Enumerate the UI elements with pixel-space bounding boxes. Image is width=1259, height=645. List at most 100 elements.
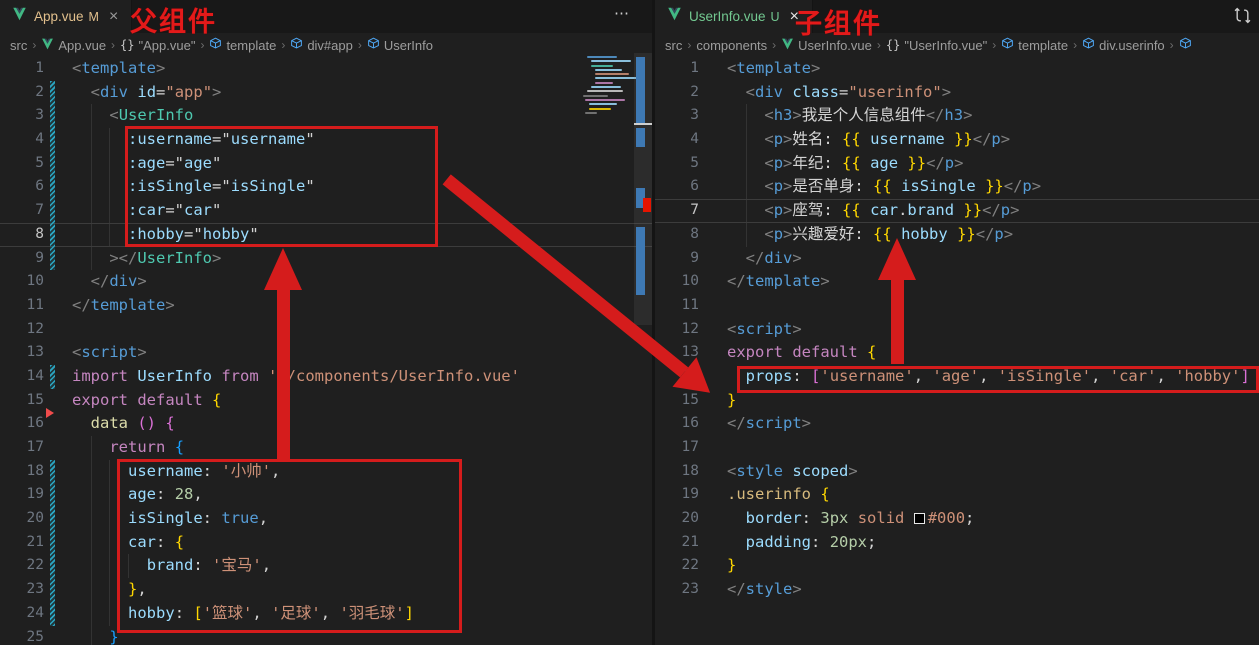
line-number: 15 — [0, 389, 44, 413]
code-line[interactable]: 23 }, — [0, 578, 652, 602]
code-line[interactable]: 8 :hobby="hobby" — [0, 223, 652, 247]
code-line[interactable]: 23</style> — [655, 578, 1259, 602]
code-line[interactable]: 22} — [655, 554, 1259, 578]
braces-icon: {} — [120, 38, 134, 52]
code-line[interactable]: 18<style scoped> — [655, 460, 1259, 484]
cube-icon — [1179, 37, 1192, 53]
code-line[interactable]: 18 username: '小帅', — [0, 460, 652, 484]
code-line[interactable]: 13export default { — [655, 341, 1259, 365]
editor-group-divider[interactable] — [652, 0, 655, 645]
code-line[interactable]: 4 <p>姓名: {{ username }}</p> — [655, 128, 1259, 152]
code-line[interactable]: 2 <div id="app"> — [0, 81, 652, 105]
breadcrumb-item[interactable]: UserInfo.vue — [781, 38, 872, 53]
code-line[interactable]: 7 <p>座驾: {{ car.brand }}</p> — [655, 199, 1259, 223]
line-number: 23 — [0, 578, 44, 602]
breadcrumb-item[interactable]: src — [10, 38, 27, 53]
line-number: 22 — [655, 554, 699, 578]
more-actions-icon[interactable]: ⋯ — [614, 4, 630, 22]
line-number: 25 — [0, 626, 44, 645]
code-line[interactable]: 6 :isSingle="isSingle" — [0, 175, 652, 199]
code-line[interactable]: 10 </div> — [0, 270, 652, 294]
close-icon[interactable]: × — [787, 8, 802, 26]
code-area[interactable]: 1<template>2 <div class="userinfo">3 <h3… — [655, 57, 1259, 602]
breadcrumb[interactable]: src›components›UserInfo.vue›{}"UserInfo.… — [655, 33, 1259, 57]
line-number: 16 — [0, 412, 44, 436]
git-modified-gutter — [50, 81, 55, 271]
code-line[interactable]: 20 border: 3px solid #000; — [655, 507, 1259, 531]
breadcrumb[interactable]: src›App.vue›{}"App.vue"›template›div#app… — [0, 33, 652, 57]
tab-app-vue[interactable]: App.vue M × — [0, 0, 132, 33]
breadcrumb-item[interactable] — [1179, 37, 1196, 53]
breadcrumb-item[interactable]: components — [696, 38, 767, 53]
breadcrumb-item[interactable]: {}"UserInfo.vue" — [886, 38, 987, 53]
code-line[interactable]: 14 props: ['username', 'age', 'isSingle'… — [655, 365, 1259, 389]
code-line[interactable]: 6 <p>是否单身: {{ isSingle }}</p> — [655, 175, 1259, 199]
code-line[interactable]: 19.userinfo { — [655, 483, 1259, 507]
code-line[interactable]: 8 <p>兴趣爱好: {{ hobby }}</p> — [655, 223, 1259, 247]
code-line[interactable]: 4 :username="username" — [0, 128, 652, 152]
breadcrumb-item[interactable]: div.userinfo — [1082, 37, 1165, 53]
tab-label: App.vue — [34, 9, 84, 24]
code-line[interactable]: 11</template> — [0, 294, 652, 318]
breadcrumb-item[interactable]: {}"App.vue" — [120, 38, 195, 53]
code-line[interactable]: 20 isSingle: true, — [0, 507, 652, 531]
code-line[interactable]: 22 brand: '宝马', — [0, 554, 652, 578]
line-number: 2 — [655, 81, 699, 105]
breadcrumb-item[interactable]: template — [1001, 37, 1068, 53]
code-line[interactable]: 3 <UserInfo — [0, 104, 652, 128]
line-number: 9 — [0, 247, 44, 271]
breadcrumb-item[interactable]: src — [665, 38, 682, 53]
code-line[interactable]: 17 — [655, 436, 1259, 460]
line-number: 13 — [655, 341, 699, 365]
line-number: 8 — [655, 223, 699, 247]
overview-ruler[interactable] — [634, 53, 652, 325]
git-status-badge: M — [89, 10, 99, 24]
line-number: 17 — [0, 436, 44, 460]
code-line[interactable]: 12<script> — [655, 318, 1259, 342]
code-line[interactable]: 5 <p>年纪: {{ age }}</p> — [655, 152, 1259, 176]
code-line[interactable]: 25 } — [0, 626, 652, 645]
breadcrumb-item[interactable]: template — [209, 37, 276, 53]
code-line[interactable]: 24 hobby: ['篮球', '足球', '羽毛球'] — [0, 602, 652, 626]
code-line[interactable]: 16</script> — [655, 412, 1259, 436]
code-line[interactable]: 13<script> — [0, 341, 652, 365]
code-line[interactable]: 2 <div class="userinfo"> — [655, 81, 1259, 105]
tab-userinfo-vue[interactable]: UserInfo.vue U × — [655, 0, 813, 33]
line-number: 23 — [655, 578, 699, 602]
code-line[interactable]: 15} — [655, 389, 1259, 413]
breadcrumb-item[interactable]: UserInfo — [367, 37, 433, 53]
close-icon[interactable]: × — [106, 8, 121, 26]
code-line[interactable]: 5 :age="age" — [0, 152, 652, 176]
code-area[interactable]: 1<template>2 <div id="app">3 <UserInfo4 … — [0, 57, 652, 645]
code-line[interactable]: 3 <h3>我是个人信息组件</h3> — [655, 104, 1259, 128]
breadcrumb-item[interactable]: App.vue — [41, 38, 106, 53]
line-number: 20 — [655, 507, 699, 531]
code-line[interactable]: 19 age: 28, — [0, 483, 652, 507]
code-line[interactable]: 11 — [655, 294, 1259, 318]
vue-icon — [781, 38, 794, 53]
code-line[interactable]: 12 — [0, 318, 652, 342]
editor-pane-left: App.vue M × ⋯ src›App.vue›{}"App.vue"›te… — [0, 0, 652, 645]
line-number: 14 — [655, 365, 699, 389]
code-line[interactable]: 14import UserInfo from './components/Use… — [0, 365, 652, 389]
code-line[interactable]: 9 </div> — [655, 247, 1259, 271]
vue-icon — [41, 38, 54, 53]
split-editor-icon[interactable] — [1234, 7, 1251, 29]
code-line[interactable]: 21 car: { — [0, 531, 652, 555]
breadcrumb-item[interactable]: div#app — [290, 37, 353, 53]
code-line[interactable]: 9 ></UserInfo> — [0, 247, 652, 271]
code-line[interactable]: 10</template> — [655, 270, 1259, 294]
minimap[interactable] — [583, 56, 631, 116]
code-line[interactable]: 16 data () { — [0, 412, 652, 436]
code-line[interactable]: 1<template> — [655, 57, 1259, 81]
code-line[interactable]: 7 :car="car" — [0, 199, 652, 223]
cube-icon — [1001, 37, 1014, 53]
code-line[interactable]: 1<template> — [0, 57, 652, 81]
code-line[interactable]: 15export default { — [0, 389, 652, 413]
code-line[interactable]: 21 padding: 20px; — [655, 531, 1259, 555]
line-number: 16 — [655, 412, 699, 436]
cube-icon — [367, 37, 380, 53]
line-number: 12 — [0, 318, 44, 342]
line-number: 15 — [655, 389, 699, 413]
code-line[interactable]: 17 return { — [0, 436, 652, 460]
